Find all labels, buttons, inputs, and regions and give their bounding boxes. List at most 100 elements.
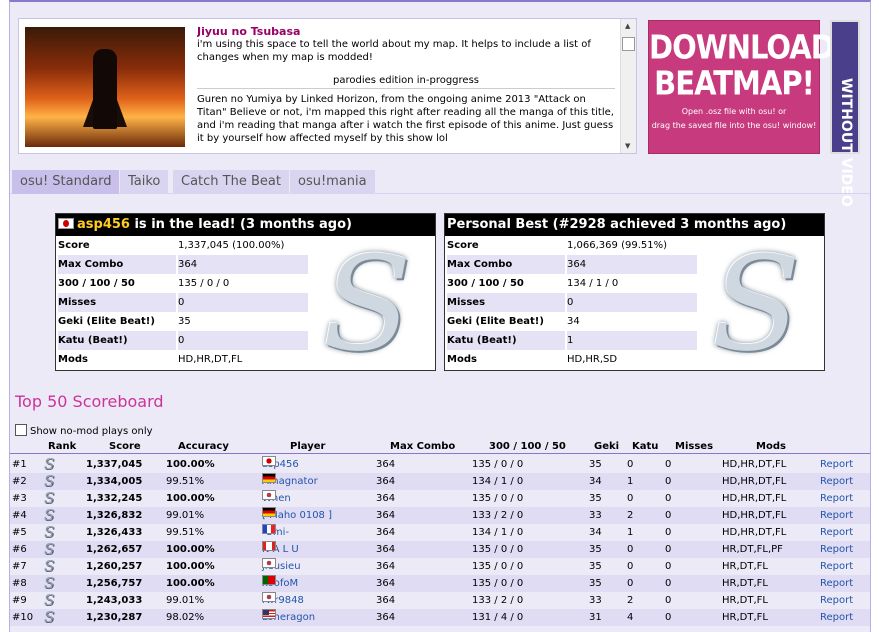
country-flag-icon <box>262 490 276 500</box>
geki-value: 33 <box>589 595 602 606</box>
table-row: #10 S 1,230,287 98.02% Loneragon 364 131 / 4 /… <box>10 609 870 626</box>
report-link[interactable]: Report <box>820 473 853 490</box>
score-value: 1,326,832 <box>86 510 143 521</box>
stat-label: 300 / 100 / 50 <box>447 278 524 289</box>
without-video-label: WITHOUT VIDEO <box>838 78 854 207</box>
katu-value: 0 <box>627 561 634 572</box>
stat-value: 35 <box>178 316 191 327</box>
score-value: 1,260,257 <box>86 561 143 572</box>
tab-taiko[interactable]: Taiko <box>120 170 169 194</box>
player-link[interactable]: -Umi- <box>262 524 289 541</box>
player-link[interactable]: Amagnator <box>262 473 318 490</box>
max-combo-value: 364 <box>376 561 396 572</box>
accuracy-value: 100.00% <box>166 578 215 589</box>
hits-value: 131 / 4 / 0 <box>472 612 524 623</box>
country-flag-icon <box>262 524 276 534</box>
leader-panel: asp456 is in the lead! (3 months ago) Sc… <box>55 213 436 371</box>
accuracy-value: 99.01% <box>166 510 205 521</box>
report-link[interactable]: Report <box>820 456 853 473</box>
scroll-thumb[interactable] <box>622 37 635 51</box>
player-link[interactable]: jieusieu <box>262 558 301 575</box>
misses-value: 0 <box>665 612 672 623</box>
max-combo-value: 364 <box>376 612 396 623</box>
katu-value: 1 <box>627 476 634 487</box>
col-accuracy: Accuracy <box>178 441 229 452</box>
player-link[interactable]: Loneragon <box>262 609 315 626</box>
no-mod-checkbox[interactable] <box>15 424 27 436</box>
mods-value: HD,HR,DT,FL <box>722 476 787 487</box>
hits-value: 135 / 0 / 0 <box>472 459 524 470</box>
max-combo-value: 364 <box>376 476 396 487</box>
stat-value: 1,066,369 (99.51%) <box>567 240 668 251</box>
max-combo-value: 364 <box>376 544 396 555</box>
mods-value: HD,HR,DT,FL <box>722 493 787 504</box>
accuracy-value: 98.02% <box>166 612 205 623</box>
stat-value: 34 <box>567 316 580 327</box>
grade-s-icon: S <box>44 506 55 524</box>
tab-osu-mania[interactable]: osu!mania <box>290 170 375 194</box>
no-mod-filter[interactable]: Show no-mod plays only <box>15 424 153 437</box>
stat-value: HD,HR,SD <box>567 354 618 365</box>
misses-value: 0 <box>665 459 672 470</box>
beatmap-background-image <box>25 27 185 147</box>
geki-value: 33 <box>589 510 602 521</box>
table-row: #8 S 1,256,757 100.00% xoofoM 364 135 / 0 / 0 3… <box>10 575 870 592</box>
katu-value: 2 <box>627 510 634 521</box>
player-link[interactable]: xoofoM <box>262 575 298 592</box>
report-link[interactable]: Report <box>820 524 853 541</box>
report-link[interactable]: Report <box>820 609 853 626</box>
report-link[interactable]: Report <box>820 558 853 575</box>
personal-best-panel: Personal Best (#2928 achieved 3 months a… <box>444 213 825 371</box>
report-link[interactable]: Report <box>820 490 853 507</box>
tab-osu-standard[interactable]: osu! Standard <box>12 170 120 194</box>
hits-value: 135 / 0 / 0 <box>472 544 524 555</box>
map-intro: i'm using this space to tell the world a… <box>197 39 591 63</box>
stat-value: 1,337,045 (100.00%) <box>178 240 285 251</box>
accuracy-value: 99.51% <box>166 476 205 487</box>
download-without-video-button[interactable]: WITHOUT VIDEO <box>830 20 860 207</box>
mods-value: HD,HR,DT,FL <box>722 510 787 521</box>
report-link[interactable]: Report <box>820 507 853 524</box>
grade-s-icon: S <box>44 557 55 575</box>
katu-value: 4 <box>627 612 634 623</box>
misses-value: 0 <box>665 578 672 589</box>
country-flag-icon <box>262 541 276 551</box>
stat-label: Geki (Elite Beat!) <box>447 316 544 327</box>
hits-value: 135 / 0 / 0 <box>472 578 524 589</box>
geki-value: 35 <box>589 561 602 572</box>
stat-label: Mods <box>447 354 477 365</box>
table-row: #4 S 1,326,832 99.01% [ Maho 0108 ] 364 133 / … <box>10 507 870 524</box>
table-row: #5 S 1,326,433 99.51% -Umi- 364 134 / 1 / 0 34 1… <box>10 524 870 541</box>
player-link[interactable]: [ Maho 0108 ] <box>262 507 332 524</box>
stat-label: Katu (Beat!) <box>447 331 565 350</box>
map-edition: parodies edition in-proggress <box>197 74 615 89</box>
player-link[interactable]: N A L U <box>262 541 299 558</box>
download-beatmap-button[interactable]: DOWNLOAD BEATMAP! Open .osz file with os… <box>648 20 835 154</box>
katu-value: 0 <box>627 578 634 589</box>
report-link[interactable]: Report <box>820 541 853 558</box>
rank-position: #3 <box>12 493 27 504</box>
accuracy-value: 99.51% <box>166 527 205 538</box>
scroll-up-icon[interactable]: ▲ <box>625 22 630 30</box>
geki-value: 35 <box>589 578 602 589</box>
leader-name[interactable]: asp456 <box>77 217 130 232</box>
scoreboard-title: Top 50 Scoreboard <box>15 392 164 411</box>
player-link[interactable]: When <box>262 490 291 507</box>
col-player: Player <box>290 441 326 452</box>
score-value: 1,230,287 <box>86 612 143 623</box>
download-line2: BEATMAP! <box>654 63 815 103</box>
description-scrollbar[interactable]: ▲ ▼ <box>620 19 636 153</box>
report-link[interactable]: Report <box>820 575 853 592</box>
tab-catch-the-beat[interactable]: Catch The Beat <box>173 170 289 194</box>
stat-label: Mods <box>58 354 88 365</box>
player-link[interactable]: rwr9848 <box>262 592 304 609</box>
map-title: Jiyuu no Tsubasa <box>197 25 301 38</box>
player-link[interactable]: asp456 <box>262 456 299 473</box>
scroll-down-icon[interactable]: ▼ <box>625 142 630 150</box>
score-value: 1,337,045 <box>86 459 143 470</box>
download-hint1: Open .osz file with osu! or <box>681 107 787 116</box>
hits-value: 133 / 2 / 0 <box>472 595 524 606</box>
report-link[interactable]: Report <box>820 592 853 609</box>
col-katu: Katu <box>632 441 659 452</box>
leader-header-text: is in the lead! (3 months ago) <box>129 217 352 232</box>
